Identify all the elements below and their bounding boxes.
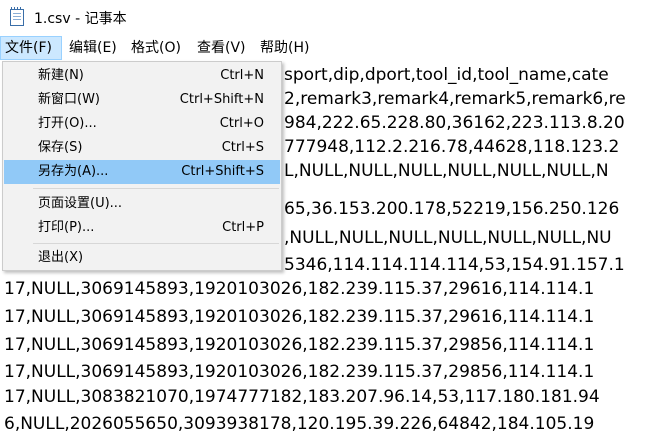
menu-edit[interactable]: 编辑(E) (65, 36, 121, 60)
menu-item-label: 另存为(A)... (38, 164, 109, 179)
menu-item-label: 打印(P)... (38, 220, 95, 235)
menu-item-label: 新窗口(W) (38, 92, 100, 107)
menu-item-shortcut: Ctrl+Shift+S (181, 164, 264, 179)
menu-item-save[interactable]: 保存(S) Ctrl+S (4, 136, 280, 160)
menu-help[interactable]: 帮助(H) (256, 36, 313, 60)
menu-separator (33, 243, 279, 244)
menu-item-shortcut: Ctrl+O (219, 116, 264, 131)
text-line: 17,NULL,3069145893,1920103026,182.239.11… (4, 362, 595, 382)
text-line: 17,NULL,3069145893,1920103026,182.239.11… (4, 279, 595, 299)
text-line: 777948,112.2.216.78,44628,118.123.2 (284, 137, 620, 157)
file-menu-dropdown: 新建(N) Ctrl+N 新窗口(W) Ctrl+Shift+N 打开(O)..… (2, 61, 282, 271)
menu-separator (33, 188, 279, 189)
text-line: 6,NULL,2026055650,3093938178,120.195.39.… (4, 414, 595, 434)
menu-item-exit[interactable]: 退出(X) (4, 246, 280, 270)
menu-format[interactable]: 格式(O) (127, 36, 185, 60)
menu-item-open[interactable]: 打开(O)... Ctrl+O (4, 112, 280, 136)
menu-item-save-as[interactable]: 另存为(A)... Ctrl+Shift+S (4, 160, 280, 184)
menu-item-page-setup[interactable]: 页面设置(U)... (4, 192, 280, 216)
text-line: sport,dip,dport,tool_id,tool_name,cate (284, 65, 609, 85)
menu-file[interactable]: 文件(F) (0, 36, 62, 60)
text-line: 2,remark3,remark4,remark5,remark6,re (284, 89, 626, 109)
menu-item-new[interactable]: 新建(N) Ctrl+N (4, 64, 280, 88)
text-line: 65,36.153.200.178,52219,156.250.126 (284, 199, 620, 219)
menu-item-new-window[interactable]: 新窗口(W) Ctrl+Shift+N (4, 88, 280, 112)
text-line: 984,222.65.228.80,36162,223.113.8.20 (284, 113, 625, 133)
menu-item-shortcut: Ctrl+P (222, 220, 264, 235)
menu-item-label: 退出(X) (38, 250, 84, 265)
title-bar: 1.csv - 记事本 (0, 0, 648, 36)
notepad-icon (10, 7, 24, 26)
menu-item-label: 打开(O)... (38, 116, 97, 131)
menu-item-label: 页面设置(U)... (38, 196, 123, 211)
window-title: 1.csv - 记事本 (34, 11, 127, 27)
menu-item-shortcut: Ctrl+Shift+N (179, 92, 264, 107)
menu-item-shortcut: Ctrl+N (220, 68, 264, 83)
menu-view[interactable]: 查看(V) (193, 36, 250, 60)
menu-item-label: 保存(S) (38, 140, 83, 155)
text-line: 17,NULL,3069145893,1920103026,182.239.11… (4, 307, 595, 327)
menu-item-shortcut: Ctrl+S (221, 140, 264, 155)
menu-bar: 文件(F) 编辑(E) 格式(O) 查看(V) 帮助(H) (0, 36, 648, 61)
text-line: 17,NULL,3083821070,1974777182,183.207.96… (4, 387, 600, 407)
text-line: L,NULL,NULL,NULL,NULL,NULL,NULL,N (284, 161, 609, 181)
text-line: 17,NULL,3069145893,1920103026,182.239.11… (4, 335, 595, 355)
text-line: 5346,114.114.114.114,53,154.91.157.1 (284, 255, 625, 275)
menu-item-label: 新建(N) (38, 68, 84, 83)
text-line: ,NULL,NULL,NULL,NULL,NULL,NULL,NU (284, 228, 612, 248)
menu-item-print[interactable]: 打印(P)... Ctrl+P (4, 216, 280, 240)
